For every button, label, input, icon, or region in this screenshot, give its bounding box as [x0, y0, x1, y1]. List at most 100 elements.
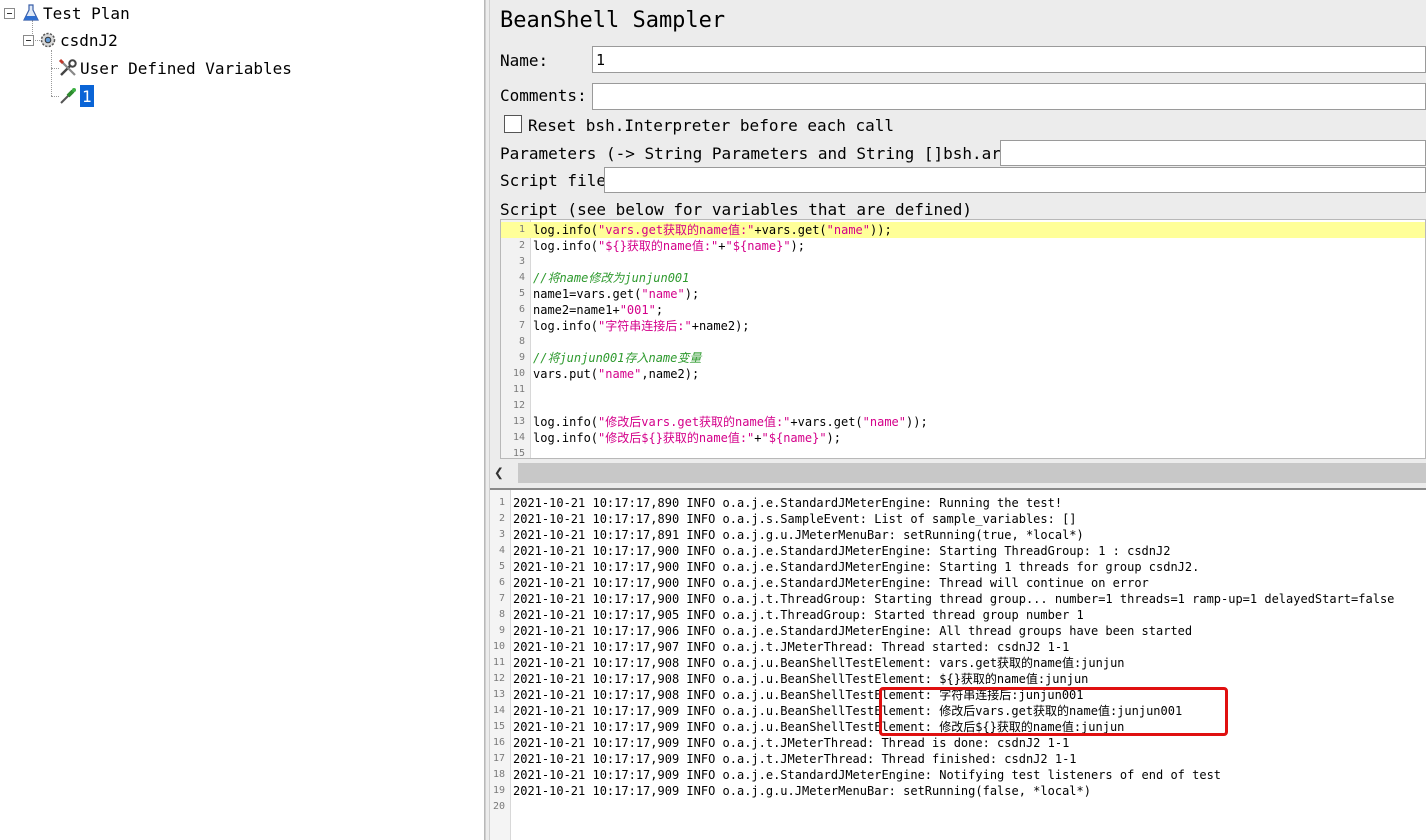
script-line[interactable]: 7 log.info("字符串连接后:"+name2); [501, 318, 1425, 334]
log-line: 12 2021-10-21 10:17:17,908 INFO o.a.j.u.B… [490, 671, 1088, 687]
code-text: //将name修改为junjun001 [533, 271, 690, 285]
script-line[interactable]: 9 //将junjun001存入name变量 [501, 350, 1425, 366]
tree-item-beanshell-sampler[interactable]: 1 [58, 83, 94, 109]
script-line[interactable]: 1 log.info("vars.get获取的name值:"+vars.get("… [501, 222, 1425, 238]
name-field[interactable]: 1 [592, 46, 1426, 73]
script-line[interactable]: 13 log.info("修改后vars.get获取的name值:"+vars.g… [501, 414, 1425, 430]
script-label: Script (see below for variables that are… [500, 200, 973, 219]
parameters-field[interactable] [1000, 140, 1426, 166]
log-line: 8 2021-10-21 10:17:17,905 INFO o.a.j.t.Th… [490, 607, 1084, 623]
collapse-toggle-icon[interactable] [23, 34, 34, 46]
line-number: 12 [492, 673, 505, 684]
log-text: 2021-10-21 10:17:17,908 INFO o.a.j.u.Bea… [513, 672, 1089, 686]
line-number: 13 [512, 416, 525, 427]
line-number: 5 [518, 288, 525, 299]
line-number: 12 [512, 400, 525, 411]
panel-title: BeanShell Sampler [500, 8, 726, 33]
line-number: 20 [492, 801, 505, 812]
code-text: log.info("修改后${}获取的name值:"+"${name}"); [533, 431, 841, 445]
code-text: log.info("vars.get获取的name值:"+vars.get("n… [533, 223, 892, 237]
line-number: 10 [492, 641, 505, 652]
comments-label: Comments: [500, 86, 587, 105]
log-line: 18 2021-10-21 10:17:17,909 INFO o.a.j.e.S… [490, 767, 1221, 783]
line-number: 18 [492, 769, 505, 780]
log-text: 2021-10-21 10:17:17,907 INFO o.a.j.t.JMe… [513, 640, 1070, 654]
line-number: 6 [518, 304, 525, 315]
scroll-left-icon[interactable]: ❮ [494, 463, 504, 482]
line-number: 9 [518, 352, 525, 363]
line-number: 11 [492, 657, 505, 668]
log-text: 2021-10-21 10:17:17,890 INFO o.a.j.e.Sta… [513, 496, 1063, 510]
line-number: 15 [512, 448, 525, 459]
tree-item-label: User Defined Variables [80, 58, 292, 78]
script-line[interactable]: 5 name1=vars.get("name"); [501, 286, 1425, 302]
script-line[interactable]: 12 [501, 398, 1425, 414]
line-number: 4 [498, 545, 505, 556]
line-number: 14 [492, 705, 505, 716]
script-line[interactable]: 8 [501, 334, 1425, 350]
line-number: 7 [498, 593, 505, 604]
script-file-field[interactable] [604, 167, 1426, 193]
gear-icon [38, 30, 58, 50]
name-label: Name: [500, 51, 549, 70]
script-line[interactable]: 3 [501, 254, 1425, 270]
tree-item-thread-group[interactable]: csdnJ2 [23, 27, 118, 53]
line-number: 14 [512, 432, 525, 443]
script-line[interactable]: 4 //将name修改为junjun001 [501, 270, 1425, 286]
collapse-toggle-icon[interactable] [4, 7, 15, 19]
script-line[interactable]: 2 log.info("${}获取的name值:"+"${name}"); [501, 238, 1425, 254]
script-line[interactable]: 15 [501, 446, 1425, 459]
code-text: //将junjun001存入name变量 [533, 351, 702, 365]
line-number: 4 [518, 272, 525, 283]
script-file-label: Script file [500, 171, 606, 190]
line-number: 9 [498, 625, 505, 636]
line-number: 10 [512, 368, 525, 379]
line-number: 16 [492, 737, 505, 748]
line-number: 1 [518, 224, 525, 235]
line-number: 13 [492, 689, 505, 700]
horizontal-scrollbar[interactable]: ❮ [490, 461, 1426, 485]
beanshell-sampler-editor: BeanShell Sampler Name: 1 Comments: Rese… [490, 0, 1426, 488]
log-text: 2021-10-21 10:17:17,906 INFO o.a.j.e.Sta… [513, 624, 1193, 638]
log-text: 2021-10-21 10:17:17,900 INFO o.a.j.e.Sta… [513, 576, 1149, 590]
wrench-icon [58, 58, 78, 78]
log-text: 2021-10-21 10:17:17,890 INFO o.a.j.s.Sam… [513, 512, 1077, 526]
reset-interpreter-checkbox[interactable] [504, 115, 522, 133]
scrollbar-thumb[interactable] [518, 463, 1426, 483]
log-line: 6 2021-10-21 10:17:17,900 INFO o.a.j.e.St… [490, 575, 1149, 591]
tree-item-test-plan[interactable]: Test Plan [4, 0, 130, 26]
script-line[interactable]: 11 [501, 382, 1425, 398]
line-number: 15 [492, 721, 505, 732]
log-line: 19 2021-10-21 10:17:17,909 INFO o.a.j.g.u… [490, 783, 1091, 799]
log-line: 2 2021-10-21 10:17:17,890 INFO o.a.j.s.Sa… [490, 511, 1077, 527]
test-plan-tree: Test Plan csdnJ2 User Defined Variables … [0, 0, 485, 840]
code-text: name1=vars.get("name"); [533, 287, 700, 301]
script-line[interactable]: 6 name2=name1+"001"; [501, 302, 1425, 318]
code-text: log.info("${}获取的name值:"+"${name}"); [533, 239, 805, 253]
flask-icon [21, 3, 41, 23]
log-line: 11 2021-10-21 10:17:17,908 INFO o.a.j.u.B… [490, 655, 1125, 671]
log-text: 2021-10-21 10:17:17,909 INFO o.a.j.g.u.J… [513, 784, 1091, 798]
script-line[interactable]: 14 log.info("修改后${}获取的name值:"+"${name}"); [501, 430, 1425, 446]
log-line: 16 2021-10-21 10:17:17,909 INFO o.a.j.t.J… [490, 735, 1069, 751]
line-number: 8 [518, 336, 525, 347]
log-viewer[interactable]: 1 2021-10-21 10:17:17,890 INFO o.a.j.e.St… [490, 488, 1426, 840]
code-text: log.info("修改后vars.get获取的name值:"+vars.get… [533, 415, 928, 429]
log-line: 5 2021-10-21 10:17:17,900 INFO o.a.j.e.St… [490, 559, 1199, 575]
tree-item-user-defined-variables[interactable]: User Defined Variables [58, 55, 292, 81]
code-text: log.info("字符串连接后:"+name2); [533, 319, 750, 333]
log-text: 2021-10-21 10:17:17,908 INFO o.a.j.u.Bea… [513, 656, 1125, 670]
script-line[interactable]: 10 vars.put("name",name2); [501, 366, 1425, 382]
log-text: 2021-10-21 10:17:17,909 INFO o.a.j.e.Sta… [513, 768, 1222, 782]
line-number: 6 [498, 577, 505, 588]
line-number: 3 [498, 529, 505, 540]
tree-item-label: Test Plan [43, 3, 130, 23]
script-editor[interactable]: 1 log.info("vars.get获取的name值:"+vars.get("… [500, 219, 1426, 459]
comments-field[interactable] [592, 83, 1426, 110]
log-text: 2021-10-21 10:17:17,909 INFO o.a.j.t.JMe… [513, 752, 1077, 766]
code-text: vars.put("name",name2); [533, 367, 700, 381]
log-line: 20 [490, 799, 513, 815]
